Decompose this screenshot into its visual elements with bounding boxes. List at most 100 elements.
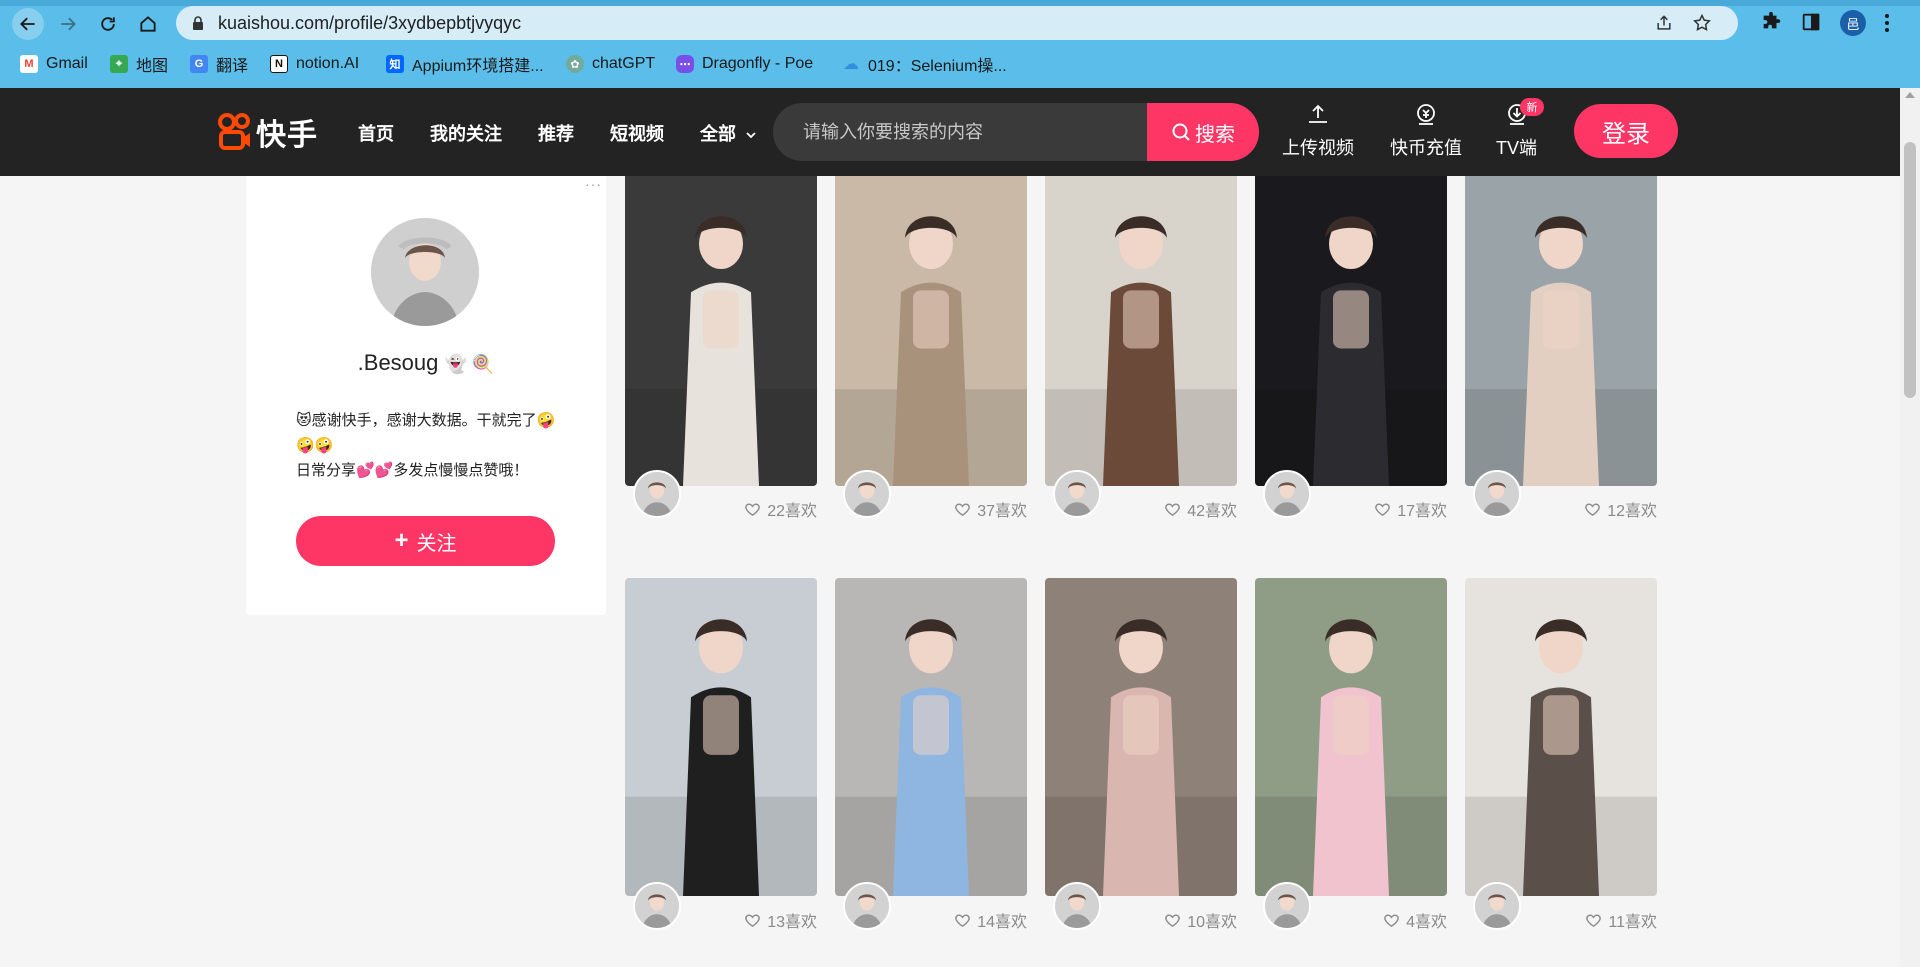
search-bar: 搜索 bbox=[773, 103, 1259, 161]
video-card[interactable]: 14喜欢 bbox=[835, 578, 1027, 934]
login-button[interactable]: 登录 bbox=[1574, 104, 1678, 158]
browser-chrome: kuaishou.com/profile/3xydbepbtjvyqyc 邑 M… bbox=[0, 0, 1920, 88]
video-card[interactable]: 10喜欢 bbox=[1045, 578, 1237, 934]
author-avatar[interactable] bbox=[1473, 470, 1521, 518]
reload-button[interactable] bbox=[92, 8, 124, 40]
video-thumbnail[interactable] bbox=[1045, 578, 1237, 896]
thumbnail-image-icon bbox=[1255, 176, 1447, 486]
bookmark-maps[interactable]: ⌖ 地图 bbox=[110, 52, 168, 76]
upload-label: 上传视频 bbox=[1282, 138, 1354, 158]
kebab-menu-icon[interactable] bbox=[1884, 12, 1890, 34]
bookmark-chatgpt[interactable]: ✿ chatGPT bbox=[566, 52, 655, 76]
tv-label: TV端 bbox=[1496, 138, 1538, 158]
search-input[interactable] bbox=[773, 103, 1147, 161]
kuaishou-logo-icon bbox=[218, 113, 250, 150]
video-thumbnail[interactable] bbox=[625, 176, 817, 486]
arrow-right-icon bbox=[61, 17, 76, 31]
video-card[interactable]: 4喜欢 bbox=[1255, 578, 1447, 934]
heart-icon bbox=[1165, 502, 1181, 516]
side-panel-icon[interactable] bbox=[1800, 11, 1822, 33]
bio-line-1: 😻感谢快手，感谢大数据。干就完了🤪🤪🤪 bbox=[296, 412, 556, 454]
nav-recommend[interactable]: 推荐 bbox=[538, 120, 574, 146]
video-thumbnail[interactable] bbox=[625, 578, 817, 896]
author-avatar[interactable] bbox=[1263, 470, 1311, 518]
bookmark-poe[interactable]: ⋯ Dragonfly - Poe bbox=[676, 52, 813, 76]
video-thumbnail[interactable] bbox=[835, 176, 1027, 486]
profile-avatar-image[interactable] bbox=[371, 218, 479, 326]
video-thumbnail[interactable] bbox=[1465, 176, 1657, 486]
share-icon[interactable] bbox=[1654, 13, 1674, 33]
like-count-text: 13喜欢 bbox=[767, 914, 817, 931]
thumbnail-image-icon bbox=[1465, 176, 1657, 486]
nav-all-label: 全部 bbox=[700, 124, 736, 144]
video-card[interactable]: 11喜欢 bbox=[1465, 578, 1657, 934]
follow-button[interactable]: + 关注 bbox=[296, 516, 555, 566]
author-avatar[interactable] bbox=[633, 470, 681, 518]
heart-icon bbox=[745, 502, 761, 516]
thumbnail-image-icon bbox=[835, 578, 1027, 896]
chatgpt-icon: ✿ bbox=[566, 55, 584, 73]
bookmark-selenium[interactable]: ☁ 019：Selenium操... bbox=[842, 52, 1007, 76]
author-avatar[interactable] bbox=[1053, 882, 1101, 930]
heart-icon bbox=[1585, 502, 1601, 516]
author-avatar[interactable] bbox=[1473, 882, 1521, 930]
profile-avatar[interactable]: 邑 bbox=[1840, 10, 1866, 36]
nav-home[interactable]: 首页 bbox=[358, 120, 394, 146]
like-count-text: 12喜欢 bbox=[1607, 503, 1657, 520]
bookmark-star-icon[interactable] bbox=[1692, 13, 1712, 33]
author-avatar[interactable] bbox=[843, 882, 891, 930]
profile-card: ··· .Besoug 👻 🍭 😻感谢快手，感谢大数据。干就完了🤪🤪🤪 日常分享… bbox=[246, 176, 606, 615]
video-thumbnail[interactable] bbox=[1465, 578, 1657, 896]
nav-following[interactable]: 我的关注 bbox=[430, 120, 502, 146]
author-avatar[interactable] bbox=[843, 470, 891, 518]
bookmark-label: notion.AI bbox=[296, 55, 360, 72]
like-count-text: 22喜欢 bbox=[767, 503, 817, 520]
bookmark-appium[interactable]: 知 Appium环境搭建... bbox=[386, 52, 544, 76]
author-avatar[interactable] bbox=[1263, 882, 1311, 930]
video-card[interactable]: 17喜欢 bbox=[1255, 176, 1447, 523]
like-count: 11喜欢 bbox=[1585, 910, 1657, 931]
author-avatar[interactable] bbox=[1053, 470, 1101, 518]
address-bar[interactable]: kuaishou.com/profile/3xydbepbtjvyqyc bbox=[176, 6, 1738, 40]
site-header: 快手 首页 我的关注 推荐 短视频 全部 搜索 上传视频 快币充值 TV端 新 … bbox=[0, 88, 1900, 176]
like-count-text: 14喜欢 bbox=[977, 914, 1027, 931]
thumbnail-image-icon bbox=[625, 176, 817, 486]
scroll-up-arrow-icon[interactable] bbox=[1905, 92, 1915, 98]
video-thumbnail[interactable] bbox=[1255, 176, 1447, 486]
bookmark-label: 019：Selenium操... bbox=[868, 58, 1007, 75]
bookmark-gmail[interactable]: M Gmail bbox=[20, 52, 88, 76]
more-options-icon[interactable]: ··· bbox=[585, 176, 602, 192]
kuaishou-logo[interactable]: 快手 bbox=[218, 110, 318, 154]
scrollbar-thumb[interactable] bbox=[1904, 142, 1916, 398]
video-thumbnail[interactable] bbox=[835, 578, 1027, 896]
forward-button[interactable] bbox=[52, 8, 84, 40]
like-count: 12喜欢 bbox=[1584, 499, 1657, 520]
bookmark-label: Gmail bbox=[46, 55, 88, 72]
nav-all-dropdown[interactable]: 全部 bbox=[700, 120, 757, 146]
video-card[interactable]: 22喜欢 bbox=[625, 176, 817, 523]
extensions-puzzle-icon[interactable] bbox=[1760, 11, 1782, 33]
video-card[interactable]: 37喜欢 bbox=[835, 176, 1027, 523]
home-button[interactable] bbox=[132, 8, 164, 40]
recharge-label: 快币充值 bbox=[1390, 138, 1462, 158]
bookmark-notion[interactable]: N notion.AI bbox=[270, 52, 359, 76]
upload-video-button[interactable]: 上传视频 bbox=[1282, 102, 1354, 162]
recharge-button[interactable]: 快币充值 bbox=[1390, 102, 1462, 162]
upload-icon bbox=[1309, 104, 1327, 123]
like-count-text: 17喜欢 bbox=[1397, 503, 1447, 520]
video-card[interactable]: 12喜欢 bbox=[1465, 176, 1657, 523]
video-card[interactable]: 42喜欢 bbox=[1045, 176, 1237, 523]
video-thumbnail[interactable] bbox=[1255, 578, 1447, 896]
like-count: 10喜欢 bbox=[1164, 910, 1237, 931]
video-card[interactable]: 13喜欢 bbox=[625, 578, 817, 934]
author-avatar[interactable] bbox=[633, 882, 681, 930]
avatar-portrait-icon bbox=[635, 884, 679, 928]
thumbnail-image-icon bbox=[1465, 578, 1657, 896]
avatar-portrait-icon bbox=[371, 218, 479, 326]
back-button[interactable] bbox=[12, 8, 44, 40]
bookmark-translate[interactable]: G 翻译 bbox=[190, 52, 248, 76]
search-button[interactable]: 搜索 bbox=[1147, 103, 1259, 161]
video-thumbnail[interactable] bbox=[1045, 176, 1237, 486]
nav-short-video[interactable]: 短视频 bbox=[610, 120, 664, 146]
lock-icon bbox=[193, 16, 203, 30]
